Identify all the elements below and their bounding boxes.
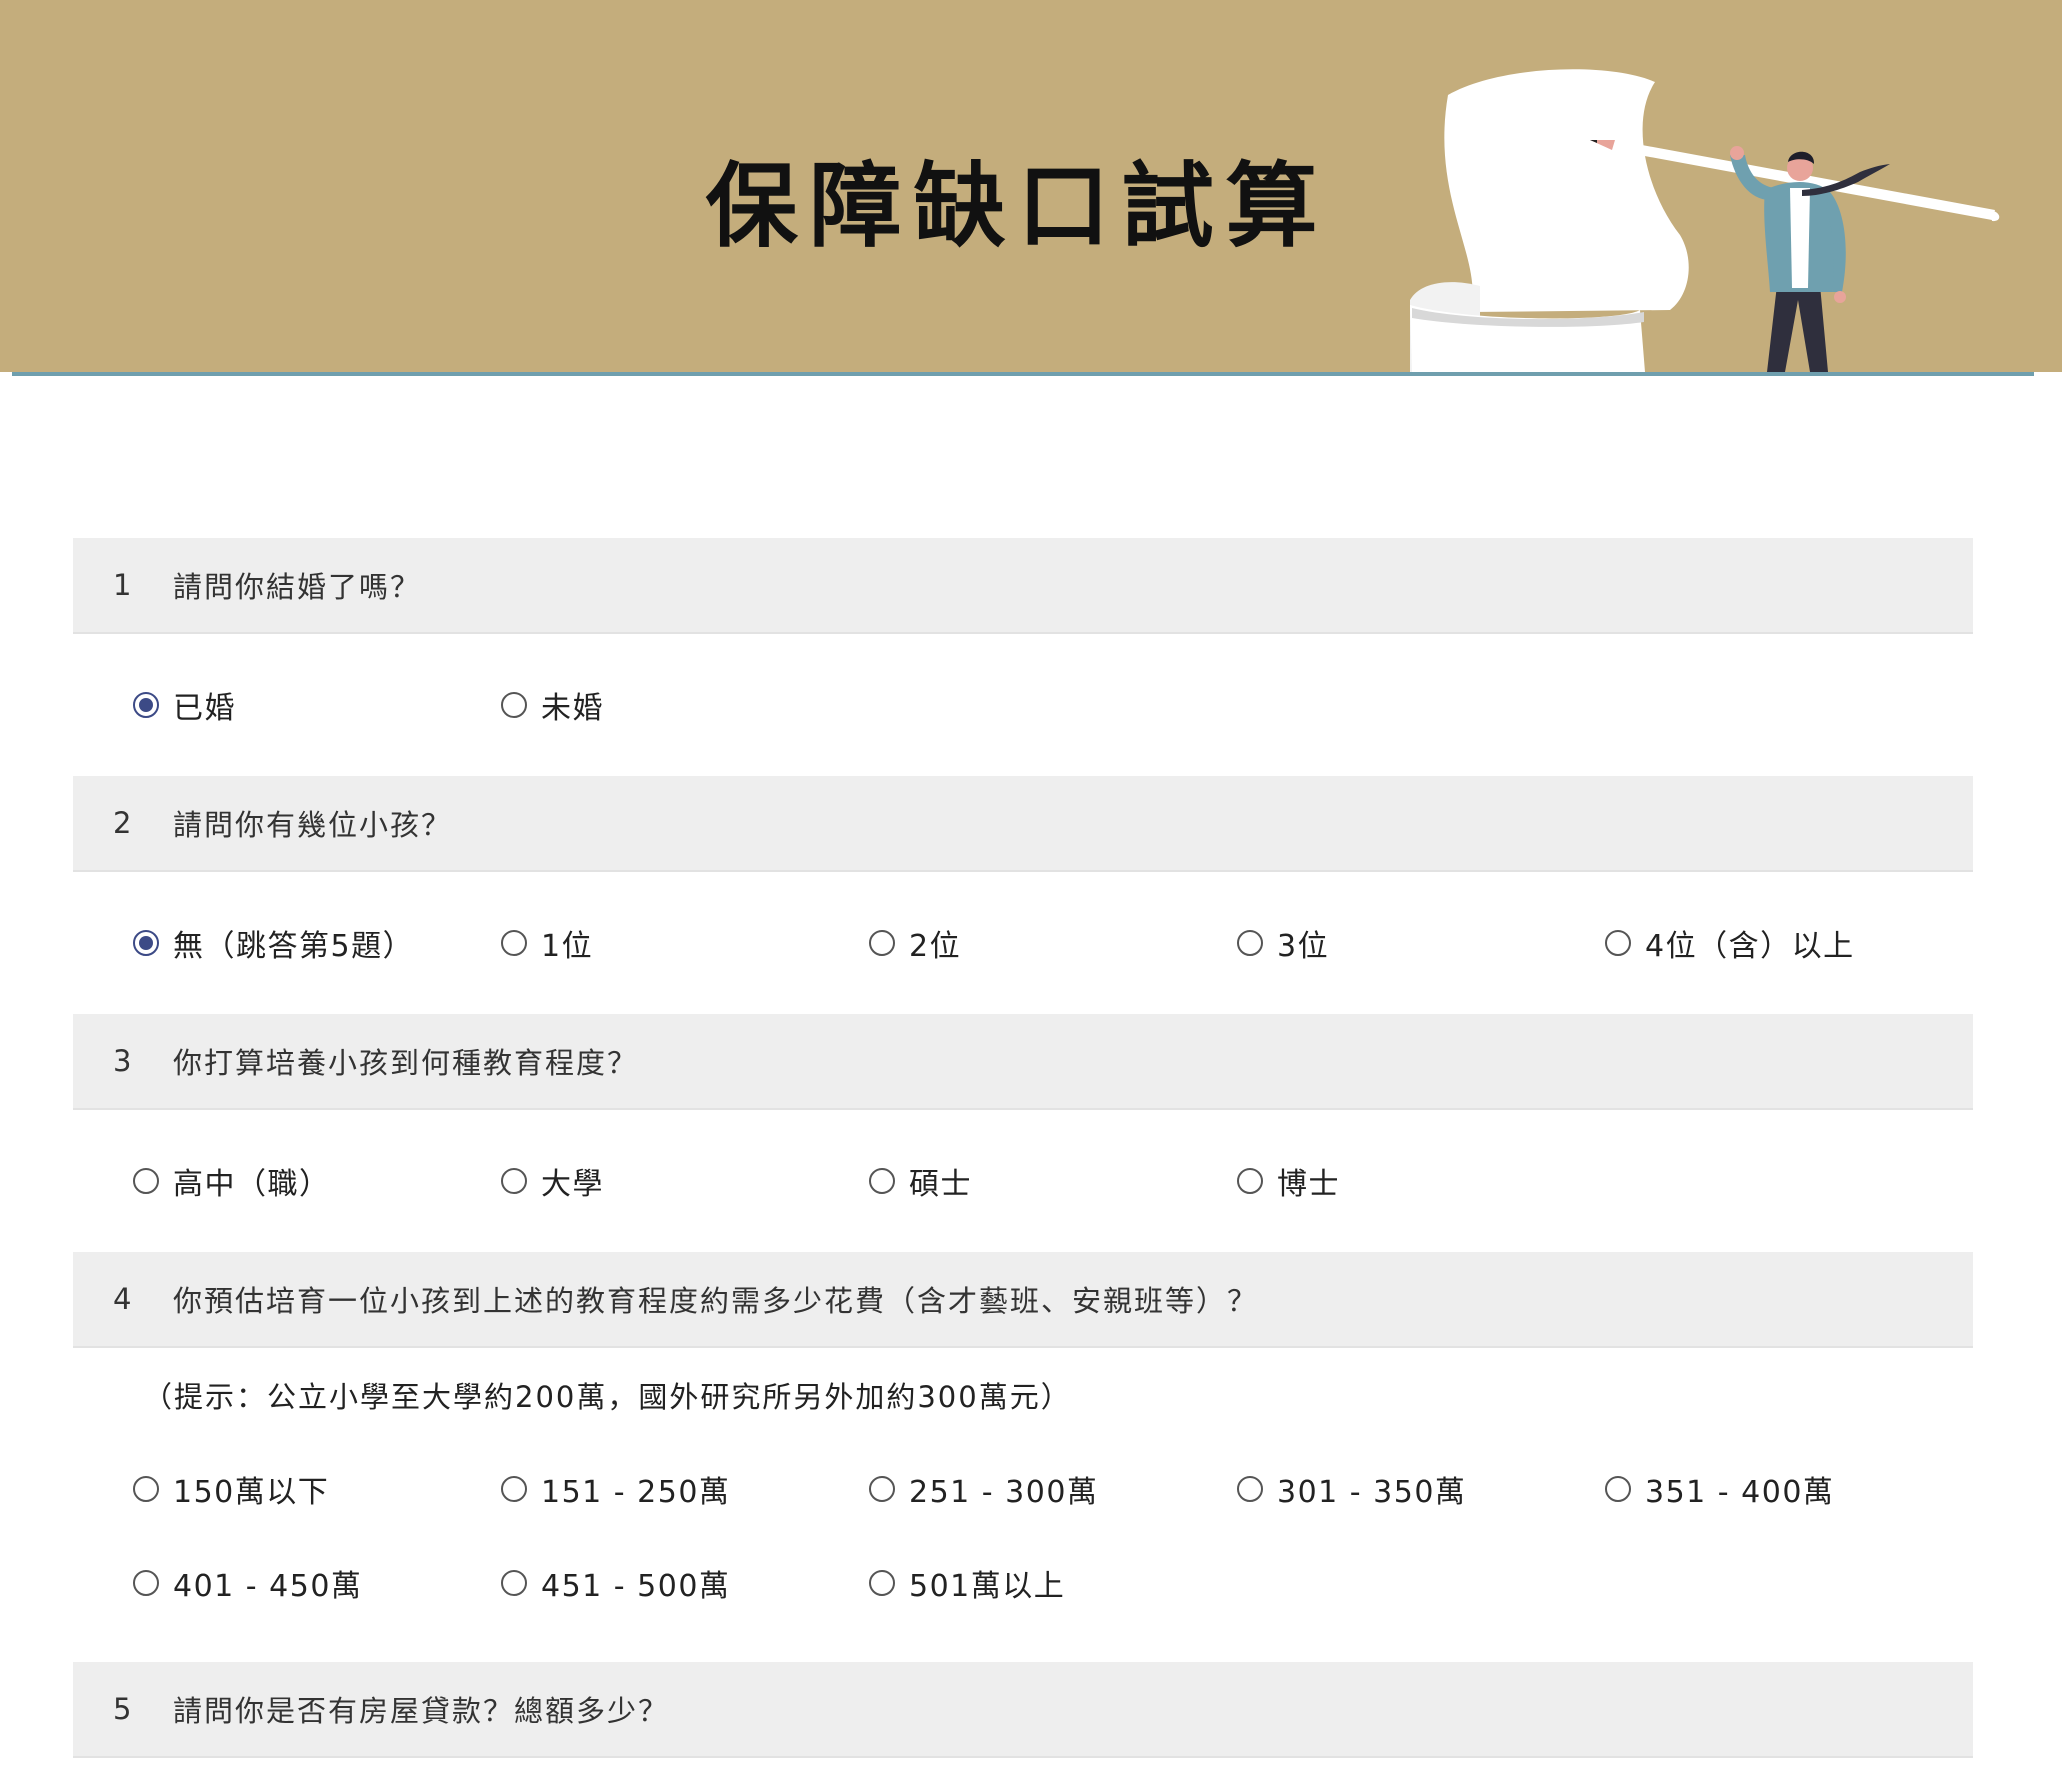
question-header: 5 請問你是否有房屋貸款？總額多少？ bbox=[73, 1662, 1973, 1758]
radio-button[interactable] bbox=[501, 692, 527, 718]
question-number: 4 bbox=[113, 1282, 134, 1316]
radio-button[interactable] bbox=[501, 1570, 527, 1596]
question-header: 2 請問你有幾位小孩？ bbox=[73, 776, 1973, 872]
radio-button[interactable] bbox=[501, 930, 527, 956]
question-number: 2 bbox=[113, 806, 134, 840]
question-text: 請問你結婚了嗎？ bbox=[173, 570, 422, 604]
question-2: 2 請問你有幾位小孩？ 無（跳答第5題） 1位 2位 3位 4位（含）以上 bbox=[73, 776, 1973, 1014]
question-text: 你打算培養小孩到何種教育程度？ bbox=[173, 1046, 639, 1080]
option-doctorate[interactable]: 博士 bbox=[1237, 1134, 1605, 1228]
option-351-400[interactable]: 351 - 400萬 bbox=[1605, 1442, 1973, 1536]
question-header: 3 你打算培養小孩到何種教育程度？ bbox=[73, 1014, 1973, 1110]
radio-button[interactable] bbox=[869, 930, 895, 956]
question-3: 3 你打算培養小孩到何種教育程度？ 高中（職） 大學 碩士 博士 bbox=[73, 1014, 1973, 1252]
options-group: 150萬以下 151 - 250萬 251 - 300萬 301 - 350萬 … bbox=[73, 1442, 1973, 1662]
question-number: 1 bbox=[113, 568, 134, 602]
question-text: 你預估培育一位小孩到上述的教育程度約需多少花費（含才藝班、安親班等）？ bbox=[173, 1284, 1259, 1318]
radio-button[interactable] bbox=[1605, 1476, 1631, 1502]
question-number: 3 bbox=[113, 1044, 134, 1078]
option-401-450[interactable]: 401 - 450萬 bbox=[133, 1536, 501, 1630]
option-high-school[interactable]: 高中（職） bbox=[133, 1134, 501, 1228]
question-text: 請問你是否有房屋貸款？總額多少？ bbox=[173, 1694, 670, 1728]
option-married[interactable]: 已婚 bbox=[133, 658, 501, 752]
radio-button[interactable] bbox=[133, 1168, 159, 1194]
option-master[interactable]: 碩士 bbox=[869, 1134, 1237, 1228]
options-group: 無（跳答第5題） 1位 2位 3位 4位（含）以上 bbox=[73, 872, 1973, 1014]
radio-button-checked[interactable] bbox=[133, 692, 159, 718]
question-number: 5 bbox=[113, 1692, 134, 1726]
illustration-man-with-pencil bbox=[1410, 69, 2000, 372]
question-text: 請問你有幾位小孩？ bbox=[173, 808, 453, 842]
option-3-children[interactable]: 3位 bbox=[1237, 896, 1605, 990]
question-header: 1 請問你結婚了嗎？ bbox=[73, 538, 1973, 634]
options-group: 已婚 未婚 bbox=[73, 634, 1973, 776]
radio-button[interactable] bbox=[869, 1168, 895, 1194]
option-under-150[interactable]: 150萬以下 bbox=[133, 1442, 501, 1536]
question-header: 4 你預估培育一位小孩到上述的教育程度約需多少花費（含才藝班、安親班等）？ bbox=[73, 1252, 1973, 1348]
radio-button[interactable] bbox=[1237, 930, 1263, 956]
radio-button[interactable] bbox=[1237, 1476, 1263, 1502]
question-hint: （提示：公立小學至大學約200萬，國外研究所另外加約300萬元） bbox=[143, 1380, 1072, 1414]
question-1: 1 請問你結婚了嗎？ 已婚 未婚 bbox=[73, 538, 1973, 776]
question-5: 5 請問你是否有房屋貸款？總額多少？ bbox=[73, 1662, 1973, 1758]
option-1-child[interactable]: 1位 bbox=[501, 896, 869, 990]
option-451-500[interactable]: 451 - 500萬 bbox=[501, 1536, 869, 1630]
option-unmarried[interactable]: 未婚 bbox=[501, 658, 869, 752]
option-over-501[interactable]: 501萬以上 bbox=[869, 1536, 1237, 1630]
paper-scroll-icon bbox=[1410, 69, 1689, 372]
questionnaire-form: 1 請問你結婚了嗎？ 已婚 未婚 2 請問你有幾位小孩？ 無（跳答第5題） 1位… bbox=[73, 538, 1973, 1758]
radio-button[interactable] bbox=[869, 1570, 895, 1596]
radio-button[interactable] bbox=[133, 1570, 159, 1596]
radio-button[interactable] bbox=[501, 1168, 527, 1194]
option-4-plus-children[interactable]: 4位（含）以上 bbox=[1605, 896, 1973, 990]
option-2-children[interactable]: 2位 bbox=[869, 896, 1237, 990]
option-251-300[interactable]: 251 - 300萬 bbox=[869, 1442, 1237, 1536]
option-301-350[interactable]: 301 - 350萬 bbox=[1237, 1442, 1605, 1536]
radio-button[interactable] bbox=[1237, 1168, 1263, 1194]
question-4: 4 你預估培育一位小孩到上述的教育程度約需多少花費（含才藝班、安親班等）？ （提… bbox=[73, 1252, 1973, 1662]
option-university[interactable]: 大學 bbox=[501, 1134, 869, 1228]
options-group: 高中（職） 大學 碩士 博士 bbox=[73, 1110, 1973, 1252]
radio-button[interactable] bbox=[869, 1476, 895, 1502]
radio-button[interactable] bbox=[1605, 930, 1631, 956]
header-banner: 保障缺口試算 bbox=[0, 0, 2062, 372]
radio-button[interactable] bbox=[133, 1476, 159, 1502]
option-151-250[interactable]: 151 - 250萬 bbox=[501, 1442, 869, 1536]
radio-button-checked[interactable] bbox=[133, 930, 159, 956]
banner-divider bbox=[12, 372, 2034, 376]
radio-button[interactable] bbox=[501, 1476, 527, 1502]
option-no-children[interactable]: 無（跳答第5題） bbox=[133, 896, 501, 990]
